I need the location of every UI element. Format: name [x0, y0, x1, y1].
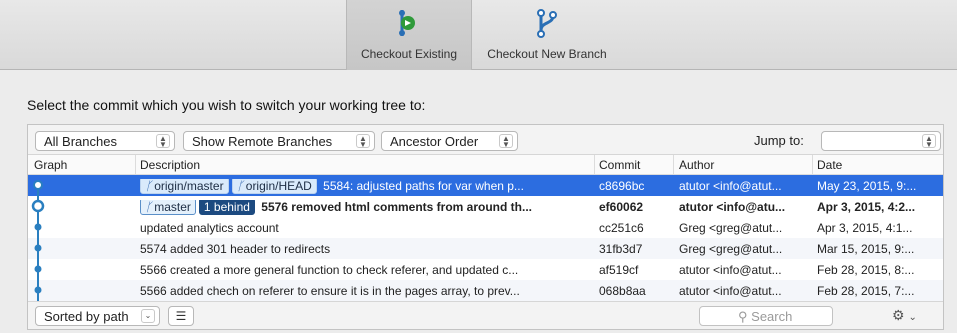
commit-author: atutor <info@atu... — [679, 200, 786, 214]
branches-filter-value: All Branches — [44, 134, 117, 149]
branch-badge: ᚴ origin/master — [140, 179, 229, 194]
checkout-existing-button[interactable]: Checkout Existing — [346, 0, 472, 70]
commit-hash: 31fb3d7 — [599, 242, 643, 256]
commit-message: 5584: adjusted paths for var when p... — [323, 179, 524, 193]
description-cell: ᚴ master 1 behind 5576 removed html commen… — [140, 200, 598, 215]
search-field[interactable]: ⚲ Search — [699, 306, 833, 326]
list-view-button[interactable]: ☰ — [168, 306, 194, 326]
toolbar: Checkout Existing Checkout New Branch — [0, 0, 957, 70]
chevron-down-icon: ⌄ — [141, 309, 155, 323]
graph-node — [34, 286, 42, 294]
commit-hash: c8696bc — [599, 179, 645, 193]
column-divider[interactable] — [812, 155, 813, 175]
behind-badge: 1 behind — [198, 200, 255, 215]
column-header-date[interactable]: Date — [817, 158, 842, 172]
commit-graph — [31, 180, 45, 301]
sort-select[interactable]: Sorted by path ⌄ — [35, 306, 160, 326]
filter-bar: All Branches ▲ ▼ Show Remote Branches ▲ ▼ … — [28, 125, 943, 155]
remote-branches-select[interactable]: Show Remote Branches ▲ ▼ — [183, 131, 375, 151]
bottom-bar: Sorted by path ⌄ ☰ ⚲ Search ⚙ ⌄ — [28, 301, 943, 329]
table-row[interactable]: 5566 created a more general function to … — [28, 259, 943, 280]
checkout-new-branch-button[interactable]: Checkout New Branch — [472, 0, 622, 70]
column-header-commit[interactable]: Commit — [599, 158, 640, 172]
graph-node — [34, 244, 42, 252]
commit-author: Greg <greg@atut... — [679, 221, 783, 235]
updown-arrows-icon: ▲ ▼ — [156, 134, 170, 149]
branch-badge: ᚴ master — [140, 200, 196, 215]
list-icon: ☰ — [175, 309, 187, 323]
commit-message: 5566 added chech on referer to ensure it… — [140, 284, 520, 298]
commit-message: 5566 created a more general function to … — [140, 263, 519, 277]
table-row[interactable]: 5574 added 301 header to redirects 31fb3… — [28, 238, 943, 259]
table-row[interactable]: 5566 added chech on referer to ensure it… — [28, 280, 943, 301]
graph-node — [34, 265, 42, 273]
commit-message: updated analytics account — [140, 221, 279, 235]
updown-arrows-icon: ▲ ▼ — [499, 134, 513, 149]
commit-date: Apr 3, 2015, 4:1... — [817, 221, 913, 235]
column-header-graph[interactable]: Graph — [34, 158, 67, 172]
updown-arrows-icon: ▲ ▼ — [356, 134, 370, 149]
search-placeholder: Search — [751, 309, 793, 324]
instruction-text: Select the commit which you wish to swit… — [27, 97, 426, 113]
graph-node-head — [31, 199, 45, 213]
branches-filter-select[interactable]: All Branches ▲ ▼ — [35, 131, 175, 151]
description-cell: ᚴ origin/master ᚴ origin/HEAD 5584: adjuste… — [140, 179, 598, 194]
branch-icon: ᚴ — [236, 179, 244, 193]
commit-author: atutor <info@atut... — [679, 179, 782, 193]
table-row[interactable]: updated analytics account cc251c6 Greg <… — [28, 217, 943, 238]
column-divider[interactable] — [135, 155, 136, 175]
checkout-existing-label: Checkout Existing — [360, 47, 458, 61]
search-icon: ⚲ — [738, 309, 748, 324]
commit-hash: ef60062 — [599, 200, 644, 214]
branch-icon — [534, 8, 560, 41]
commit-hash: cc251c6 — [599, 221, 644, 235]
column-divider[interactable] — [673, 155, 674, 175]
commit-hash: af519cf — [599, 263, 639, 277]
commit-date: May 23, 2015, 9:... — [817, 179, 917, 193]
commit-author: atutor <info@atut... — [679, 263, 782, 277]
commit-date: Feb 28, 2015, 8:... — [817, 263, 915, 277]
checkout-new-branch-label: Checkout New Branch — [487, 47, 607, 61]
gear-icon: ⚙ — [892, 307, 905, 323]
table-header: Graph Description Commit Author Date — [28, 155, 943, 175]
badge-label: origin/HEAD — [245, 179, 312, 193]
order-value: Ancestor Order — [390, 134, 479, 149]
settings-menu-button[interactable]: ⚙ ⌄ — [892, 307, 917, 324]
badge-label: master — [154, 200, 191, 214]
commit-panel: All Branches ▲ ▼ Show Remote Branches ▲ ▼ … — [27, 124, 944, 330]
graph-node — [34, 223, 42, 231]
commit-date: Mar 15, 2015, 9:... — [817, 242, 915, 256]
column-header-description[interactable]: Description — [140, 158, 200, 172]
commit-list: ᚴ origin/master ᚴ origin/HEAD 5584: adjuste… — [28, 175, 943, 301]
updown-arrows-icon: ▲ ▼ — [922, 134, 936, 149]
jump-to-label: Jump to: — [754, 133, 804, 148]
table-row[interactable]: ᚴ origin/master ᚴ origin/HEAD 5584: adjuste… — [28, 175, 943, 196]
branch-badge: ᚴ origin/HEAD — [231, 179, 317, 194]
column-divider[interactable] — [594, 155, 595, 175]
commit-author: Greg <greg@atut... — [679, 242, 783, 256]
sort-value: Sorted by path — [44, 309, 129, 324]
commit-date: Apr 3, 2015, 4:2... — [817, 200, 916, 214]
chevron-down-icon: ⌄ — [908, 312, 917, 323]
branch-icon: ᚴ — [145, 200, 153, 214]
commit-hash: 068b8aa — [599, 284, 646, 298]
branch-icon: ᚴ — [145, 179, 153, 193]
table-row[interactable]: ᚴ master 1 behind 5576 removed html commen… — [28, 196, 943, 217]
commit-message: 5576 removed html comments from around t… — [261, 200, 533, 214]
commit-author: atutor <info@atut... — [679, 284, 782, 298]
commit-date: Feb 28, 2015, 7:... — [817, 284, 915, 298]
graph-node — [33, 180, 43, 190]
badge-label: origin/master — [154, 179, 224, 193]
commit-message: 5574 added 301 header to redirects — [140, 242, 331, 256]
order-select[interactable]: Ancestor Order ▲ ▼ — [381, 131, 518, 151]
column-header-author[interactable]: Author — [679, 158, 714, 172]
jump-to-select[interactable]: ▲ ▼ — [821, 131, 941, 151]
checkout-arrow-icon — [396, 8, 422, 41]
remote-branches-value: Show Remote Branches — [192, 134, 333, 149]
